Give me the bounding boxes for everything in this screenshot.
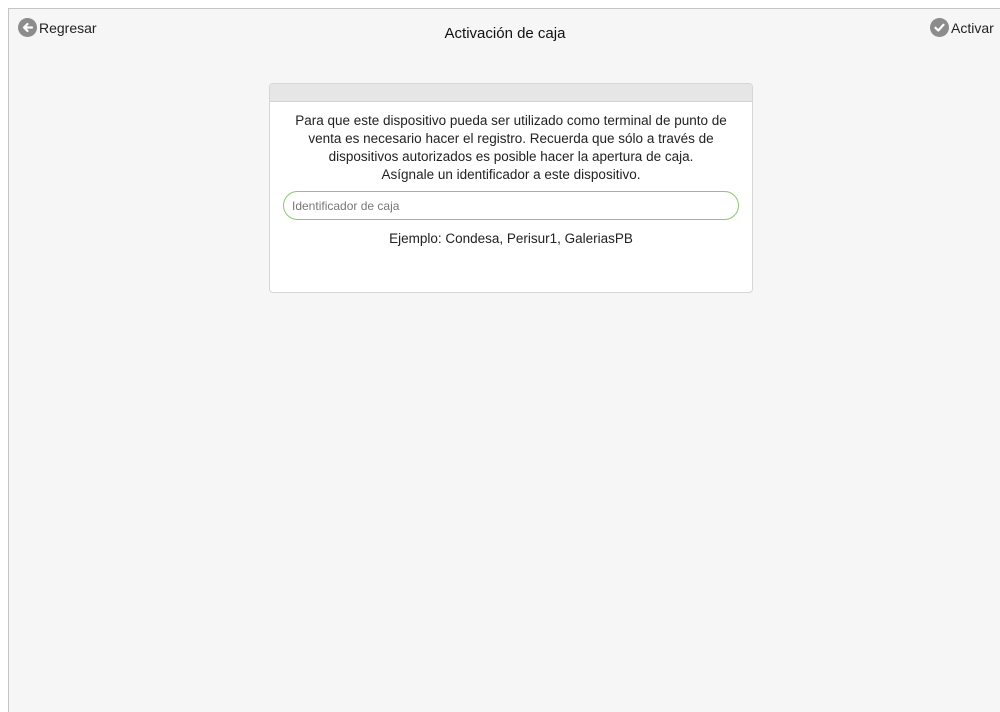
app-frame: Regresar Activación de caja Activar Para…: [8, 8, 1000, 712]
activation-card: Para que este dispositivo pueda ser util…: [269, 83, 753, 293]
registration-message: Para que este dispositivo pueda ser util…: [295, 113, 727, 164]
example-text: Ejemplo: Condesa, Perisur1, GaleriasPB: [389, 231, 633, 246]
header-bar: Regresar Activación de caja Activar: [9, 9, 1000, 59]
page-title: Activación de caja: [444, 25, 566, 42]
cash-register-id-input[interactable]: [283, 191, 739, 220]
activate-label: Activar: [951, 19, 994, 36]
instruction-text: Asígnale un identificador a este disposi…: [381, 167, 641, 182]
activate-button[interactable]: Activar: [930, 18, 994, 37]
card-body: Para que este dispositivo pueda ser util…: [270, 102, 752, 248]
input-wrapper: [282, 191, 740, 220]
check-circle-icon: [930, 18, 949, 37]
card-header-bar: [270, 84, 752, 102]
